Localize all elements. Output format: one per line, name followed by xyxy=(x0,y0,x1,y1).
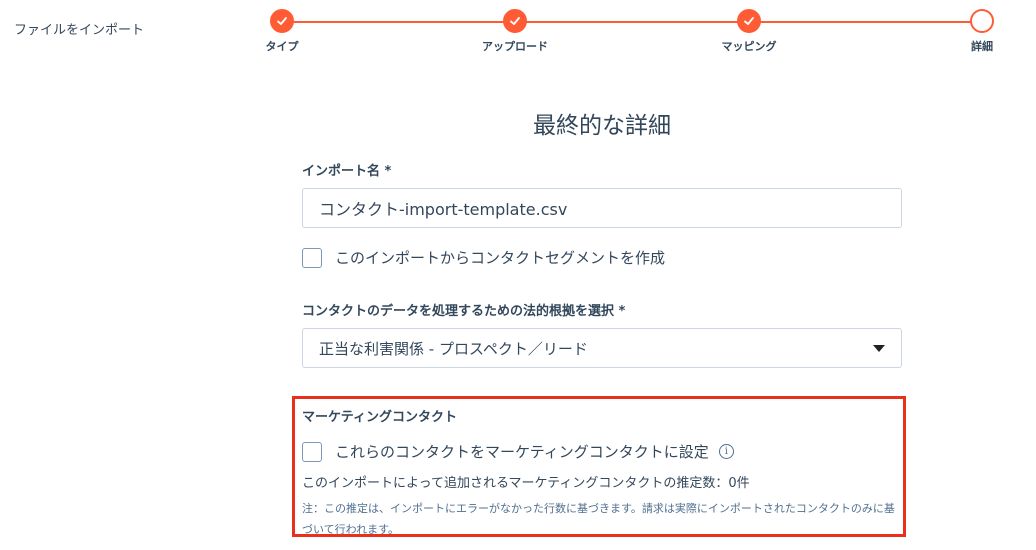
step-type[interactable]: タイプ xyxy=(222,9,342,54)
info-icon[interactable]: i xyxy=(718,444,734,459)
check-icon xyxy=(737,9,761,33)
marketing-checkbox[interactable] xyxy=(302,441,322,462)
import-page: ファイルをインポート タイプ アップロード マッピング 詳細 最終的な詳細 イン… xyxy=(0,0,1036,550)
check-icon xyxy=(503,9,527,33)
marketing-checkbox-row[interactable]: これらのコンタクトをマーケティングコンタクトに設定 i xyxy=(302,441,902,462)
step-mapping[interactable]: マッピング xyxy=(689,9,809,54)
section-title: 最終的な詳細 xyxy=(533,113,671,139)
segment-checkbox-label: このインポートからコンタクトセグメントを作成 xyxy=(335,249,666,267)
segment-checkbox-row[interactable]: このインポートからコンタクトセグメントを作成 xyxy=(302,247,902,268)
section-title-container: 最終的な詳細 xyxy=(302,106,902,140)
marketing-checkbox-label: これらのコンタクトをマーケティングコンタクトに設定 xyxy=(335,443,709,461)
legal-basis-selected: 正当な利害関係 - プロスペクト／リード xyxy=(319,339,588,358)
current-step-icon xyxy=(970,9,994,33)
step-label: アップロード xyxy=(482,40,548,53)
segment-checkbox[interactable] xyxy=(302,247,322,268)
caret-down-icon xyxy=(873,344,885,352)
marketing-contact-section: マーケティングコンタクト これらのコンタクトをマーケティングコンタクトに設定 i… xyxy=(302,406,902,540)
step-label: タイプ xyxy=(265,40,299,53)
billing-note: 注：この推定は、インポートにエラーがなかった行数に基づきます。請求は実際にインポ… xyxy=(302,502,895,536)
marketing-estimate: このインポートによって追加されるマーケティングコンタクトの推定数：0件 xyxy=(302,476,750,491)
legal-basis-label: コンタクトのデータを処理するための法的根拠を選択 * xyxy=(302,304,626,319)
import-name-input[interactable] xyxy=(302,188,902,228)
legal-basis-select[interactable]: 正当な利害関係 - プロスペクト／リード xyxy=(302,328,902,368)
check-icon xyxy=(270,9,294,33)
step-details: 詳細 xyxy=(922,9,1036,54)
import-name-label: インポート名 * xyxy=(302,164,392,179)
marketing-heading: マーケティングコンタクト xyxy=(302,410,457,425)
step-upload[interactable]: アップロード xyxy=(455,9,575,54)
import-stepper: タイプ アップロード マッピング 詳細 xyxy=(0,0,1036,60)
details-form: インポート名 * このインポートからコンタクトセグメントを作成 コンタクトのデー… xyxy=(302,160,902,368)
step-label: 詳細 xyxy=(971,40,993,53)
step-label: マッピング xyxy=(721,40,777,53)
stepper-line xyxy=(282,21,982,23)
